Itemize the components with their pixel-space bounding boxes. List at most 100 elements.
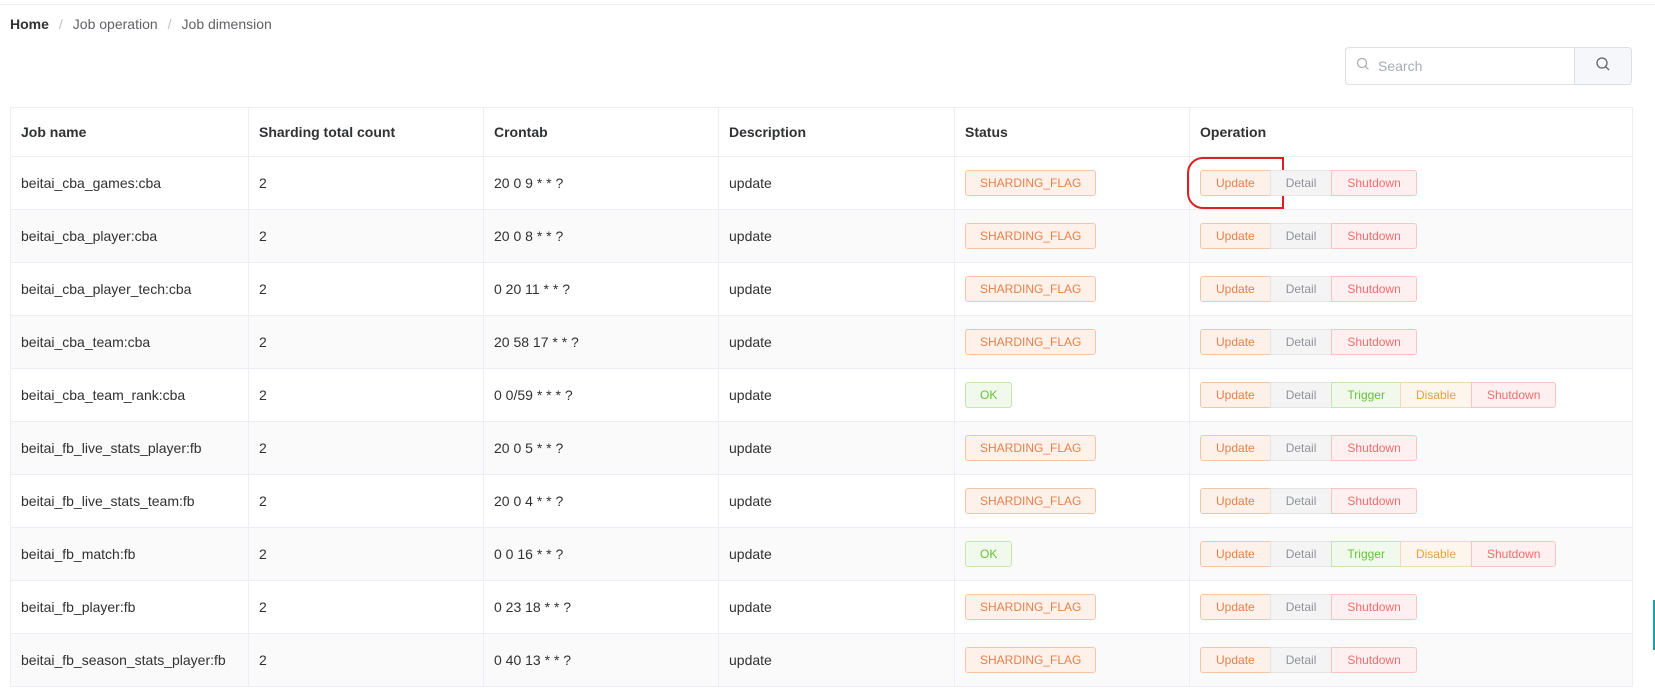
sharding-count-cell: 2	[248, 633, 484, 687]
operation-cell: Update Detail Shutdown	[1187, 156, 1633, 210]
search-icon	[1356, 57, 1370, 76]
update-button[interactable]: Update	[1200, 382, 1271, 408]
column-header-sharding-total-count[interactable]: Sharding total count	[248, 107, 484, 157]
update-button[interactable]: Update	[1200, 594, 1271, 620]
table-row: beitai_fb_match:fb 2 0 0 16 * * ? update OK U…	[10, 527, 1633, 581]
table-row: beitai_cba_team:cba 2 20 58 17 * * ? update…	[10, 315, 1633, 369]
description-cell: update	[718, 474, 955, 528]
operation-button-group: Update Detail Shutdown	[1200, 594, 1417, 620]
detail-button[interactable]: Detail	[1269, 541, 1333, 567]
shutdown-button[interactable]: Shutdown	[1331, 594, 1417, 620]
shutdown-button[interactable]: Shutdown	[1331, 647, 1417, 673]
status-badge: SHARDING_FLAG	[965, 223, 1097, 249]
status-cell: OK	[954, 527, 1190, 581]
job-name-cell: beitai_fb_season_stats_player:fb	[10, 633, 249, 687]
status-badge: SHARDING_FLAG	[965, 329, 1097, 355]
trigger-button[interactable]: Trigger	[1331, 541, 1401, 567]
shutdown-button[interactable]: Shutdown	[1331, 170, 1417, 196]
sharding-count-cell: 2	[248, 156, 484, 210]
detail-button[interactable]: Detail	[1269, 276, 1333, 302]
disable-button[interactable]: Disable	[1399, 382, 1472, 408]
sharding-count-cell: 2	[248, 474, 484, 528]
status-badge: OK	[965, 382, 1013, 408]
update-button[interactable]: Update	[1200, 647, 1271, 673]
description-cell: update	[718, 633, 955, 687]
update-button[interactable]: Update	[1200, 329, 1271, 355]
disable-button[interactable]: Disable	[1399, 541, 1472, 567]
jobs-table: Job name Sharding total count Crontab De…	[10, 107, 1633, 687]
operation-button-group: Update Detail Shutdown	[1200, 488, 1417, 514]
job-name-cell: beitai_cba_games:cba	[10, 156, 249, 210]
sharding-count-cell: 2	[248, 262, 484, 316]
column-header-job-name[interactable]: Job name	[10, 107, 249, 157]
breadcrumb-job-operation[interactable]: Job operation	[73, 16, 158, 32]
column-header-description[interactable]: Description	[718, 107, 955, 157]
update-button[interactable]: Update	[1200, 488, 1271, 514]
search-icon	[1595, 56, 1611, 77]
status-badge: SHARDING_FLAG	[965, 594, 1097, 620]
operation-cell: Update Detail Trigger Disable Shutdown	[1189, 527, 1633, 581]
crontab-cell: 0 40 13 * * ?	[483, 633, 719, 687]
detail-button[interactable]: Detail	[1269, 223, 1333, 249]
sharding-count-cell: 2	[248, 368, 484, 422]
description-cell: update	[718, 368, 955, 422]
sharding-count-cell: 2	[248, 209, 484, 263]
breadcrumb-separator: /	[58, 16, 63, 32]
update-button[interactable]: Update	[1200, 435, 1271, 461]
status-cell: SHARDING_FLAG	[954, 209, 1190, 263]
search-button[interactable]	[1574, 47, 1632, 85]
description-cell: update	[718, 527, 955, 581]
search-input[interactable]	[1376, 57, 1570, 75]
detail-button[interactable]: Detail	[1269, 435, 1333, 461]
column-header-crontab[interactable]: Crontab	[483, 107, 719, 157]
status-badge: OK	[965, 541, 1013, 567]
table-row: beitai_fb_live_stats_team:fb 2 20 0 4 * * …	[10, 474, 1633, 528]
status-cell: SHARDING_FLAG	[954, 262, 1190, 316]
operation-button-group: Update Detail Shutdown	[1200, 647, 1417, 673]
operation-button-group: Update Detail Trigger Disable Shutdown	[1200, 541, 1557, 567]
status-cell: SHARDING_FLAG	[954, 421, 1190, 475]
detail-button[interactable]: Detail	[1269, 329, 1333, 355]
detail-button[interactable]: Detail	[1269, 647, 1333, 673]
crontab-cell: 20 0 4 * * ?	[483, 474, 719, 528]
operation-button-group: Update Detail Trigger Disable Shutdown	[1200, 382, 1557, 408]
operation-cell: Update Detail Shutdown	[1189, 421, 1633, 475]
job-name-cell: beitai_cba_player_tech:cba	[10, 262, 249, 316]
operation-cell: Update Detail Shutdown	[1189, 262, 1633, 316]
status-cell: OK	[954, 368, 1190, 422]
shutdown-button[interactable]: Shutdown	[1331, 223, 1417, 249]
table-row: beitai_fb_player:fb 2 0 23 18 * * ? update S…	[10, 580, 1633, 634]
description-cell: update	[718, 209, 955, 263]
shutdown-button[interactable]: Shutdown	[1471, 382, 1557, 408]
sharding-count-cell: 2	[248, 527, 484, 581]
shutdown-button[interactable]: Shutdown	[1331, 276, 1417, 302]
trigger-button[interactable]: Trigger	[1331, 382, 1401, 408]
detail-button[interactable]: Detail	[1269, 594, 1333, 620]
column-header-operation: Operation	[1189, 107, 1633, 157]
search-field[interactable]	[1345, 47, 1574, 85]
shutdown-button[interactable]: Shutdown	[1331, 329, 1417, 355]
update-button[interactable]: Update	[1200, 223, 1271, 249]
status-badge: SHARDING_FLAG	[965, 276, 1097, 302]
detail-button[interactable]: Detail	[1269, 488, 1333, 514]
operation-button-group: Update Detail Shutdown	[1200, 223, 1417, 249]
status-badge: SHARDING_FLAG	[965, 435, 1097, 461]
table-row: beitai_cba_player:cba 2 20 0 8 * * ? update…	[10, 209, 1633, 263]
shutdown-button[interactable]: Shutdown	[1331, 435, 1417, 461]
update-button[interactable]: Update	[1187, 157, 1284, 209]
crontab-cell: 20 0 9 * * ?	[483, 156, 719, 210]
detail-button[interactable]: Detail	[1269, 170, 1333, 196]
crontab-cell: 0 0 16 * * ?	[483, 527, 719, 581]
sharding-count-cell: 2	[248, 315, 484, 369]
update-button[interactable]: Update	[1200, 541, 1271, 567]
update-button[interactable]: Update	[1200, 276, 1271, 302]
breadcrumb-home[interactable]: Home	[10, 16, 49, 32]
detail-button[interactable]: Detail	[1269, 382, 1333, 408]
breadcrumb-separator: /	[167, 16, 172, 32]
table-header-row: Job name Sharding total count Crontab De…	[10, 107, 1633, 157]
table-row: beitai_fb_season_stats_player:fb 2 0 40 13…	[10, 633, 1633, 687]
column-header-status[interactable]: Status	[954, 107, 1190, 157]
shutdown-button[interactable]: Shutdown	[1471, 541, 1557, 567]
job-name-cell: beitai_fb_player:fb	[10, 580, 249, 634]
shutdown-button[interactable]: Shutdown	[1331, 488, 1417, 514]
